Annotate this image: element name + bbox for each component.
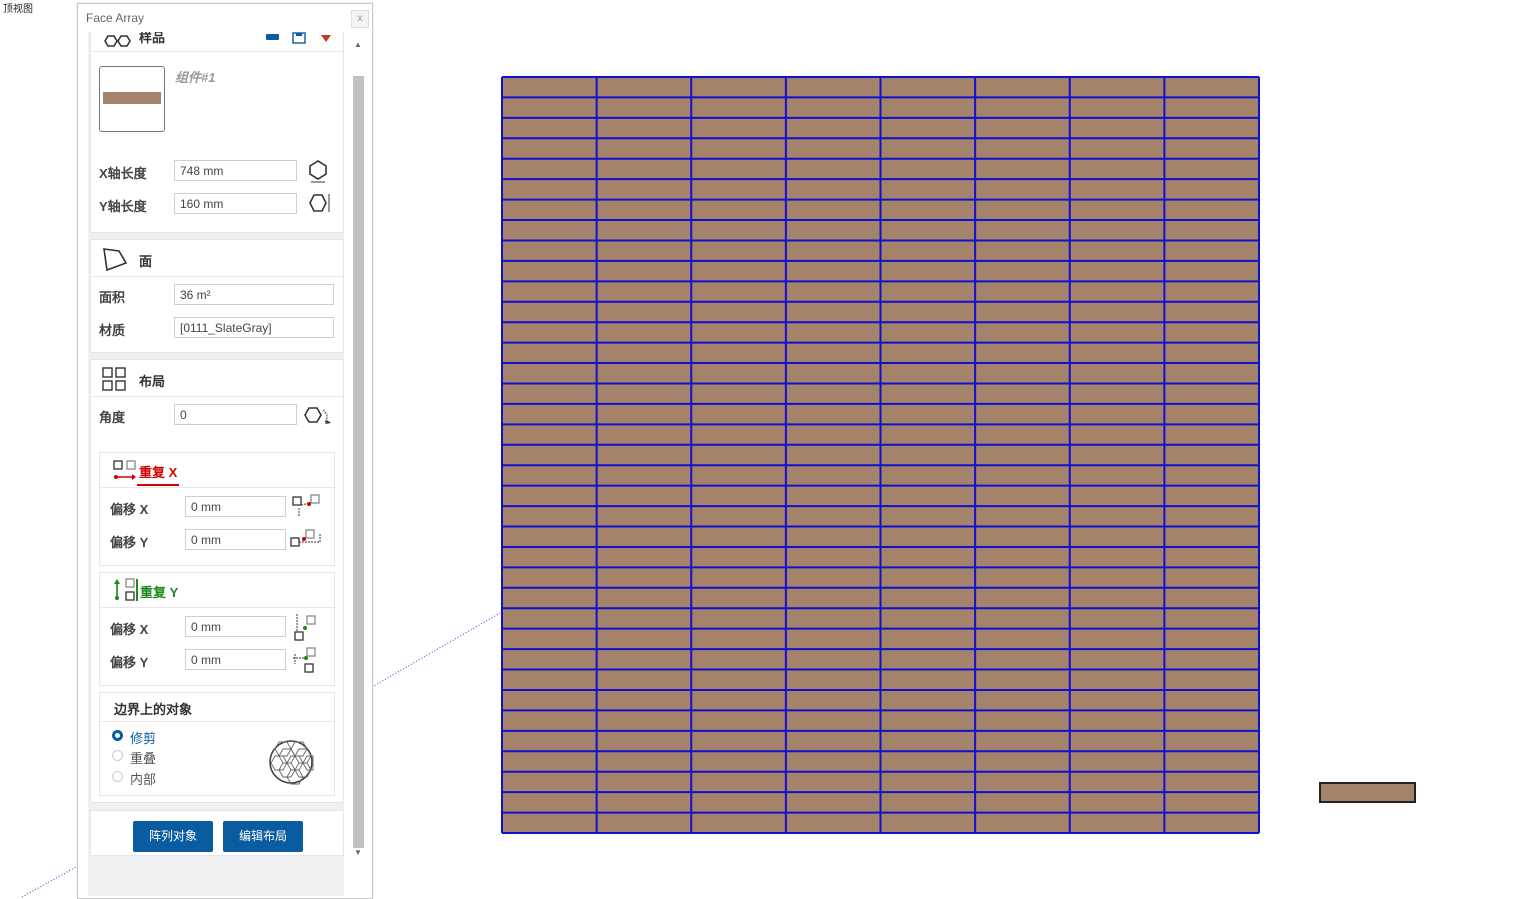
- component-instance[interactable]: [1319, 782, 1416, 803]
- repeat-x-offset-y-label: 偏移 Y: [110, 535, 149, 550]
- repeat-x-offset-x-input[interactable]: 0 mm: [185, 496, 286, 517]
- pick-offset-y-icon[interactable]: [289, 528, 323, 552]
- panel-title: Face Array: [86, 11, 145, 25]
- actions-card: 阵列对象 编辑布局: [90, 810, 344, 856]
- face-icon: [103, 248, 128, 272]
- repeat-x-offset-y-input[interactable]: 0 mm: [185, 529, 286, 550]
- repeat-x-offset-x-label: 偏移 X: [110, 502, 149, 517]
- face-header: 面: [91, 240, 343, 277]
- pick-y-length-icon[interactable]: [308, 192, 332, 214]
- repeat-y-section: 重复 Y 偏移 X 0 mm 偏移 Y 0 mm: [99, 572, 335, 686]
- pick-offset-x-icon[interactable]: [291, 494, 323, 520]
- edit-layout-button[interactable]: 编辑布局: [223, 821, 303, 852]
- array-objects-button[interactable]: 阵列对象: [133, 821, 213, 852]
- material-label: 材质: [99, 323, 126, 338]
- radio-selected-icon[interactable]: [112, 730, 123, 741]
- repeat-y-offset-y-input[interactable]: 0 mm: [185, 649, 286, 670]
- save-icon[interactable]: [292, 32, 306, 44]
- pick-angle-icon[interactable]: [303, 405, 333, 425]
- repeat-y-title[interactable]: 重复 Y: [140, 582, 178, 601]
- scroll-up-icon[interactable]: ▲: [351, 40, 365, 52]
- repeat-y-offset-x-label: 偏移 X: [110, 622, 149, 637]
- scroll-down-icon[interactable]: ▼: [351, 848, 365, 860]
- pick-y-offset-x-icon[interactable]: [293, 612, 321, 644]
- repeat-x-section: 重复 X 偏移 X 0 mm 偏移 Y 0 mm: [99, 452, 335, 566]
- face-card: 面 面积 36 m² 材质 [0111_SlateGray]: [90, 239, 344, 353]
- dropdown-icon[interactable]: [320, 33, 332, 43]
- face-header-label: 面: [139, 254, 153, 269]
- scroll-thumb[interactable]: [353, 76, 364, 848]
- repeat-x-title[interactable]: 重复 X: [137, 462, 180, 486]
- y-length-input[interactable]: 160 mm: [174, 193, 297, 214]
- boundary-title: 边界上的对象: [114, 702, 193, 717]
- boundary-section: 边界上的对象 修剪 重叠 内部: [99, 692, 335, 796]
- radio-icon[interactable]: [112, 771, 123, 782]
- layout-card: 布局 角度 0 重复 X 偏移 X 0 mm 偏移 Y 0 mm 重复 Y 偏移…: [90, 359, 344, 803]
- angle-label: 角度: [99, 410, 126, 425]
- face-array-panel: Face Array x 样品 组件#1 X轴长度 748 mm Y轴长度 16…: [77, 3, 373, 899]
- repeat-y-header: 重复 Y: [100, 573, 334, 608]
- close-button[interactable]: x: [351, 10, 369, 28]
- boundary-option-label: 内部: [130, 772, 157, 787]
- component-header-label: 样品: [139, 32, 166, 45]
- tile-grid[interactable]: [500, 75, 1262, 836]
- component-header: 样品: [91, 32, 343, 52]
- component-thumbnail[interactable]: [99, 66, 165, 132]
- boundary-option-label: 修剪: [130, 731, 157, 746]
- x-length-input[interactable]: 748 mm: [174, 160, 297, 181]
- material-input[interactable]: [0111_SlateGray]: [174, 317, 334, 338]
- angle-input[interactable]: 0: [174, 404, 297, 425]
- select-component-icon[interactable]: [266, 34, 279, 40]
- repeat-y-offset-x-input[interactable]: 0 mm: [185, 616, 286, 637]
- boundary-trim-preview-icon: [269, 740, 314, 785]
- components-icon: [104, 35, 131, 47]
- panel-scrollbar[interactable]: ▲ ▼: [351, 40, 365, 860]
- panel-content: 样品 组件#1 X轴长度 748 mm Y轴长度 160 mm 面 面积 36 …: [88, 32, 344, 896]
- x-length-label: X轴长度: [99, 166, 147, 181]
- repeat-y-icon: [114, 578, 135, 601]
- repeat-x-header: 重复 X: [100, 453, 334, 488]
- component-swatch: [103, 92, 161, 104]
- boundary-option-label: 重叠: [130, 751, 157, 766]
- area-label: 面积: [99, 290, 126, 305]
- radio-icon[interactable]: [112, 750, 123, 761]
- y-length-label: Y轴长度: [99, 199, 147, 214]
- boundary-header: 边界上的对象: [100, 693, 334, 722]
- area-input[interactable]: 36 m²: [174, 284, 334, 305]
- repeat-y-offset-y-label: 偏移 Y: [110, 655, 149, 670]
- layout-header-label: 布局: [139, 374, 166, 389]
- component-card: 样品 组件#1 X轴长度 748 mm Y轴长度 160 mm: [90, 32, 344, 233]
- component-name: 组件#1: [175, 70, 216, 85]
- layout-header: 布局: [91, 360, 343, 397]
- pick-x-length-icon[interactable]: [308, 158, 328, 184]
- layout-grid-icon: [102, 367, 126, 391]
- pick-y-offset-y-icon[interactable]: [291, 646, 321, 676]
- repeat-x-icon: [113, 460, 136, 480]
